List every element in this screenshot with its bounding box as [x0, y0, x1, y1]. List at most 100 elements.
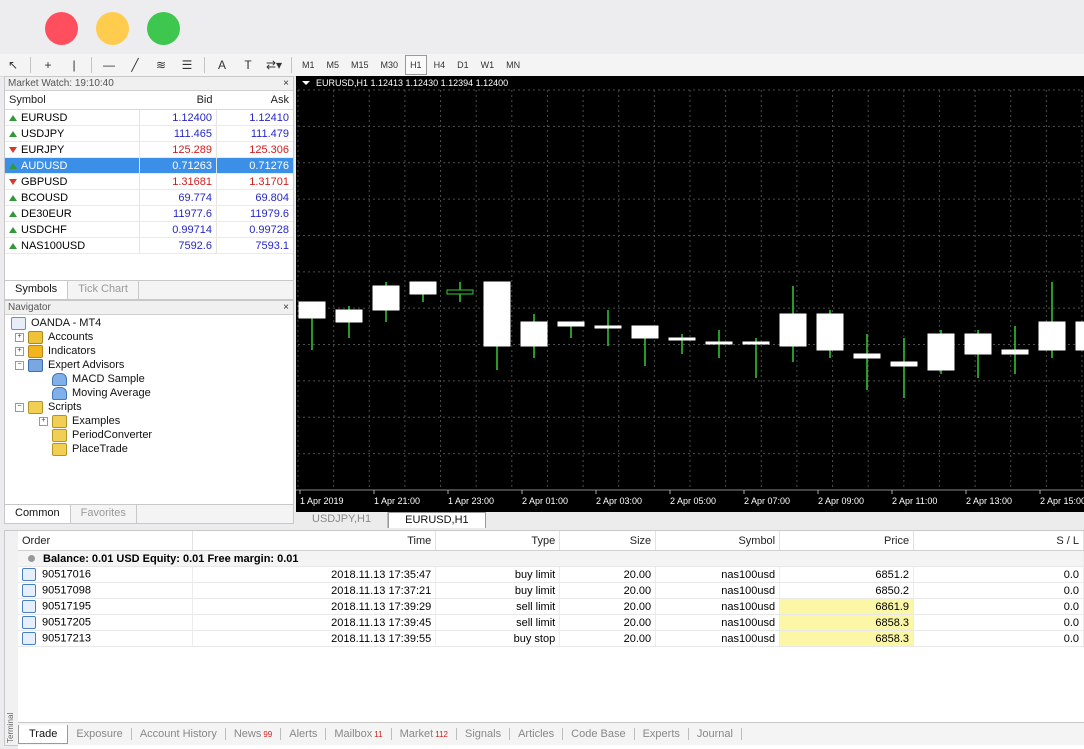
- timeframe-m15-button[interactable]: M15: [346, 55, 374, 75]
- candle[interactable]: [557, 321, 585, 338]
- expand-icon[interactable]: +: [39, 416, 48, 426]
- terminal-tab-mailbox[interactable]: Mailbox 11: [326, 728, 392, 740]
- candlestick-chart[interactable]: EURUSD,H1 1.12413 1.12430 1.12394 1.1240…: [296, 76, 1084, 512]
- bid-column-header[interactable]: Bid: [139, 91, 217, 110]
- candle[interactable]: [520, 314, 548, 358]
- order-row[interactable]: 90517016 2018.11.13 17:35:47 buy limit 20.0…: [18, 566, 1084, 583]
- timeframe-mn-button[interactable]: MN: [501, 55, 525, 75]
- candle[interactable]: [668, 334, 696, 354]
- timeframe-m5-button[interactable]: M5: [322, 55, 345, 75]
- candle[interactable]: [298, 301, 326, 350]
- navigator-item-placetrade[interactable]: PlaceTrade: [39, 442, 128, 456]
- timeframe-m30-button[interactable]: M30: [376, 55, 404, 75]
- market-watch-row[interactable]: BCOUSD 69.774 69.804: [5, 189, 293, 206]
- expand-icon[interactable]: +: [15, 332, 24, 342]
- candle[interactable]: [1038, 282, 1066, 358]
- market-watch-row[interactable]: DE30EUR 11977.6 11979.6: [5, 205, 293, 222]
- horizontal-line-icon[interactable]: —: [98, 56, 120, 74]
- candle[interactable]: [853, 334, 881, 390]
- candle[interactable]: [483, 281, 511, 370]
- label-icon[interactable]: T: [237, 56, 259, 74]
- candle[interactable]: [890, 338, 918, 398]
- orders-header-type[interactable]: Type: [435, 531, 561, 551]
- vertical-line-icon[interactable]: |: [63, 56, 85, 74]
- maximize-window-button[interactable]: [147, 12, 180, 45]
- navigator-close-icon[interactable]: ×: [283, 301, 289, 314]
- timeframe-w1-button[interactable]: W1: [476, 55, 500, 75]
- navigator-item-oanda-mt4[interactable]: OANDA - MT4: [11, 316, 101, 330]
- tab-symbols[interactable]: Symbols: [5, 281, 69, 299]
- candle[interactable]: [335, 306, 363, 338]
- fibonacci-icon[interactable]: ≋: [150, 56, 172, 74]
- arrows-icon[interactable]: ⇄▾: [263, 56, 285, 74]
- market-watch-row[interactable]: NAS100USD 7592.6 7593.1: [5, 237, 293, 254]
- trendline-icon[interactable]: ╱: [124, 56, 146, 74]
- terminal-tab-news[interactable]: News 99: [226, 728, 282, 740]
- orders-header-price[interactable]: Price: [779, 531, 915, 551]
- cursor-icon[interactable]: ↖: [2, 56, 24, 74]
- market-watch-row[interactable]: GBPUSD 1.31681 1.31701: [5, 173, 293, 190]
- order-row[interactable]: 90517213 2018.11.13 17:39:55 buy stop 20.00…: [18, 630, 1084, 647]
- market-watch-row[interactable]: EURJPY 125.289 125.306: [5, 141, 293, 158]
- terminal-tab-experts[interactable]: Experts: [635, 728, 689, 740]
- collapse-icon[interactable]: −: [15, 360, 24, 370]
- minimize-window-button[interactable]: [96, 12, 129, 45]
- candle[interactable]: [1075, 314, 1084, 378]
- navigator-item-expert-advisors[interactable]: − Expert Advisors: [15, 358, 124, 372]
- navigator-item-scripts[interactable]: − Scripts: [15, 400, 82, 414]
- tab-favorites[interactable]: Favorites: [71, 505, 137, 523]
- navigator-item-periodconverter[interactable]: PeriodConverter: [39, 428, 152, 442]
- navigator-item-moving-average[interactable]: Moving Average: [39, 386, 151, 400]
- timeframe-d1-button[interactable]: D1: [452, 55, 474, 75]
- navigator-item-examples[interactable]: + Examples: [39, 414, 120, 428]
- candle[interactable]: [964, 330, 992, 378]
- terminal-tab-code-base[interactable]: Code Base: [563, 728, 635, 740]
- terminal-tab-market[interactable]: Market 112: [392, 728, 457, 740]
- orders-header-time[interactable]: Time: [192, 531, 437, 551]
- candle[interactable]: [816, 310, 844, 358]
- market-watch-row[interactable]: AUDUSD 0.71263 0.71276: [5, 157, 293, 174]
- chart-menu-icon[interactable]: [302, 81, 310, 85]
- candle[interactable]: [446, 282, 474, 302]
- timeframe-h4-button[interactable]: H4: [429, 55, 451, 75]
- order-row[interactable]: 90517195 2018.11.13 17:39:29 sell limit 20.…: [18, 598, 1084, 615]
- collapse-icon[interactable]: −: [15, 402, 24, 412]
- terminal-tab-signals[interactable]: Signals: [457, 728, 511, 740]
- tab-common[interactable]: Common: [5, 505, 71, 523]
- market-watch-close-icon[interactable]: ×: [283, 77, 289, 90]
- tab-tick-chart[interactable]: Tick Chart: [68, 281, 139, 299]
- orders-header-order[interactable]: Order: [18, 531, 194, 551]
- order-row[interactable]: 90517098 2018.11.13 17:37:21 buy limit 20.0…: [18, 582, 1084, 599]
- terminal-tab-alerts[interactable]: Alerts: [281, 728, 327, 740]
- price-chart[interactable]: EURUSD,H1 1.12413 1.12430 1.12394 1.1240…: [296, 76, 1084, 512]
- timeframe-h1-button[interactable]: H1: [405, 55, 427, 75]
- orders-header-symbol[interactable]: Symbol: [655, 531, 781, 551]
- orders-header-size[interactable]: Size: [559, 531, 657, 551]
- navigator-item-accounts[interactable]: + Accounts: [15, 330, 93, 344]
- ask-column-header[interactable]: Ask: [216, 91, 293, 110]
- candle[interactable]: [705, 330, 733, 358]
- navigator-item-indicators[interactable]: + Indicators: [15, 344, 96, 358]
- timeframe-m1-button[interactable]: M1: [297, 55, 320, 75]
- navigator-item-macd-sample[interactable]: MACD Sample: [39, 372, 145, 386]
- chart-tab-eurusd-h1[interactable]: EURUSD,H1: [388, 512, 486, 528]
- market-watch-row[interactable]: USDCHF 0.99714 0.99728: [5, 221, 293, 238]
- chart-tab-usdjpy-h1[interactable]: USDJPY,H1: [296, 512, 389, 528]
- order-row[interactable]: 90517205 2018.11.13 17:39:45 sell limit 20.…: [18, 614, 1084, 631]
- close-window-button[interactable]: [45, 12, 78, 45]
- channel-icon[interactable]: ☰: [176, 56, 198, 74]
- terminal-tab-exposure[interactable]: Exposure: [68, 728, 132, 740]
- expand-icon[interactable]: +: [15, 346, 24, 356]
- candle[interactable]: [1001, 326, 1029, 374]
- candle[interactable]: [594, 310, 622, 346]
- candle[interactable]: [742, 338, 770, 378]
- crosshair-icon[interactable]: +: [37, 56, 59, 74]
- terminal-tab-journal[interactable]: Journal: [689, 728, 742, 740]
- terminal-side-handle[interactable]: Terminal: [4, 530, 19, 746]
- symbol-column-header[interactable]: Symbol: [5, 91, 140, 110]
- orders-header-s-l[interactable]: S / L: [913, 531, 1084, 551]
- text-icon[interactable]: A: [211, 56, 233, 74]
- terminal-tab-trade[interactable]: Trade: [18, 724, 69, 744]
- candle[interactable]: [779, 286, 807, 362]
- market-watch-row[interactable]: EURUSD 1.12400 1.12410: [5, 109, 293, 126]
